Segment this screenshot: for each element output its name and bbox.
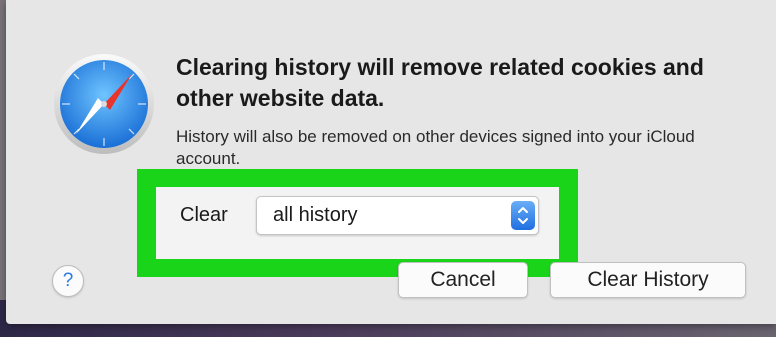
clear-range-select[interactable]: all history	[256, 196, 539, 235]
cancel-button[interactable]: Cancel	[398, 262, 528, 298]
clear-history-button[interactable]: Clear History	[550, 262, 746, 298]
clear-label: Clear	[180, 204, 228, 226]
dialog-title: Clearing history will remove related coo…	[176, 54, 704, 111]
clear-range-value: all history	[273, 204, 358, 226]
safari-compass-icon	[54, 54, 154, 154]
dialog-message: History will also be removed on other de…	[176, 127, 695, 168]
up-down-chevron-icon[interactable]	[511, 201, 535, 230]
help-button[interactable]: ?	[52, 265, 84, 297]
